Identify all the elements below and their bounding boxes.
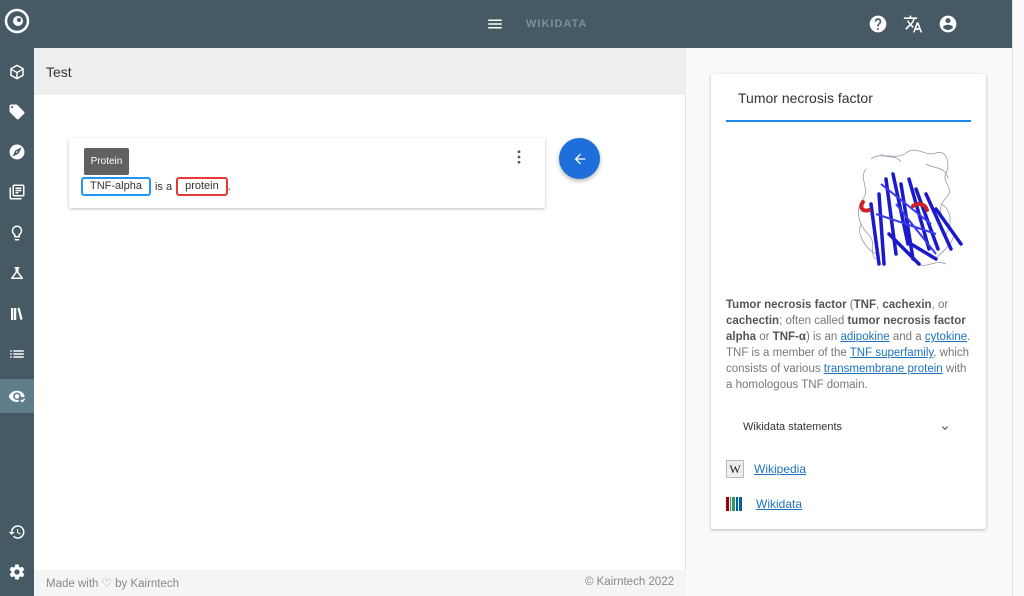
tag-icon[interactable] bbox=[0, 95, 34, 129]
desc-bold: Tumor necrosis factor bbox=[726, 299, 847, 311]
tnf-superfamily-link[interactable]: TNF superfamily bbox=[850, 347, 934, 359]
arrow-left-icon bbox=[574, 153, 585, 164]
history-icon[interactable] bbox=[0, 515, 34, 549]
brand-title: WIKIDATA bbox=[526, 18, 588, 30]
entity-protein[interactable]: protein bbox=[176, 177, 228, 196]
wikipedia-link[interactable]: Wikipedia bbox=[754, 462, 806, 476]
scrollbar[interactable] bbox=[1012, 0, 1024, 596]
flask-icon[interactable] bbox=[0, 256, 34, 290]
library-icon[interactable] bbox=[0, 297, 34, 331]
desc-bold: cachectin bbox=[726, 315, 780, 327]
desc-text: or bbox=[756, 331, 773, 343]
desc-text: and a bbox=[889, 331, 925, 343]
wikipedia-link-row: W Wikipedia bbox=[726, 460, 806, 478]
title-divider bbox=[726, 120, 971, 122]
sentence-text: is a bbox=[154, 180, 173, 193]
wikipedia-icon: W bbox=[726, 460, 744, 478]
footer-copyright: © Kairntech 2022 bbox=[584, 576, 674, 588]
entity-info-card: Tumor necrosis factor Tumor necrosis fac… bbox=[711, 74, 986, 529]
wikidata-link-row: Wikidata bbox=[726, 497, 802, 511]
chevron-down-icon[interactable] bbox=[939, 421, 951, 433]
page-title: Test bbox=[46, 64, 72, 80]
cytokine-link[interactable]: cytokine bbox=[925, 331, 967, 343]
desc-bold: TNF bbox=[853, 299, 876, 311]
entity-description: Tumor necrosis factor (TNF, cachexin, or… bbox=[726, 297, 974, 393]
gear-icon[interactable] bbox=[0, 555, 34, 589]
eye-check-icon[interactable] bbox=[0, 379, 34, 413]
account-icon[interactable] bbox=[938, 14, 958, 34]
desc-text: , or bbox=[931, 299, 949, 311]
transmembrane-protein-link[interactable]: transmembrane protein bbox=[824, 363, 943, 375]
footer: Made with ♡ by Kairntech © Kairntech 202… bbox=[34, 570, 686, 596]
footer-credit: Made with ♡ by Kairntech bbox=[46, 578, 180, 590]
desc-bold: TNF-α bbox=[772, 331, 806, 343]
desc-text: ( bbox=[846, 299, 854, 311]
wikidata-link[interactable]: Wikidata bbox=[756, 497, 802, 511]
lightbulb-icon[interactable] bbox=[0, 216, 34, 250]
translate-icon[interactable] bbox=[903, 14, 923, 34]
compass-icon[interactable] bbox=[0, 135, 34, 169]
more-vert-icon[interactable] bbox=[513, 150, 525, 164]
protein-structure-image bbox=[858, 149, 963, 266]
list-icon[interactable] bbox=[0, 337, 34, 371]
documents-icon[interactable] bbox=[0, 175, 34, 209]
pane-header: Test bbox=[34, 48, 686, 95]
desc-text: ; often called bbox=[779, 315, 848, 327]
top-bar: WIKIDATA bbox=[34, 0, 1012, 48]
annotated-sentence: TNF-alpha is a protein . bbox=[81, 177, 231, 196]
main-pane: Test Protein TNF-alpha is a protein . Ma… bbox=[34, 48, 686, 596]
sidebar bbox=[0, 0, 34, 596]
sentence-period: . bbox=[227, 180, 231, 193]
menu-icon[interactable] bbox=[486, 15, 504, 33]
desc-bold: cachexin bbox=[882, 299, 932, 311]
adipokine-link[interactable]: adipokine bbox=[840, 331, 889, 343]
back-button[interactable] bbox=[559, 138, 600, 179]
wikidata-icon bbox=[726, 497, 744, 511]
entity-tooltip: Protein bbox=[84, 148, 129, 175]
desc-text: ) is an bbox=[805, 331, 841, 343]
help-icon[interactable] bbox=[868, 14, 888, 34]
entity-title: Tumor necrosis factor bbox=[738, 90, 873, 106]
annotation-card: Protein TNF-alpha is a protein . bbox=[69, 138, 545, 208]
entity-tnf-alpha[interactable]: TNF-alpha bbox=[81, 177, 151, 196]
logo-eye-icon[interactable] bbox=[4, 8, 30, 34]
wikidata-statements-toggle[interactable]: Wikidata statements bbox=[743, 421, 842, 433]
cube-icon[interactable] bbox=[0, 55, 34, 89]
